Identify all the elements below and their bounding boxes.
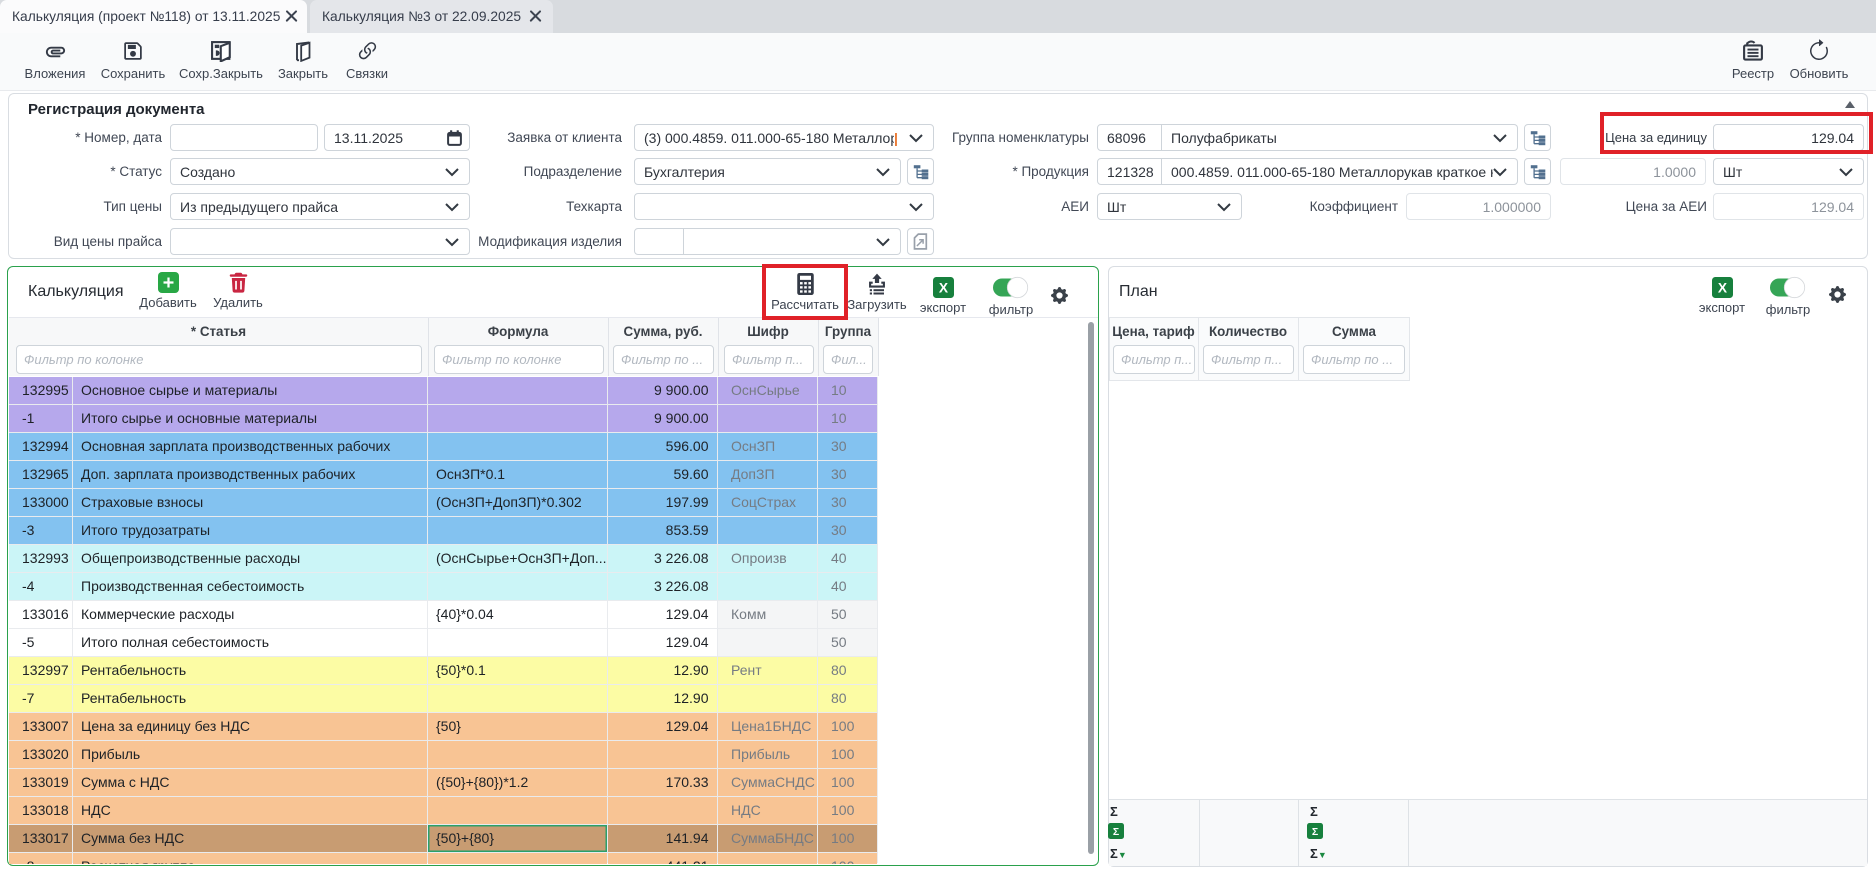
svg-text:X: X (1717, 280, 1727, 295)
svg-text:Σ: Σ (1113, 826, 1119, 838)
svg-text:X: X (938, 280, 948, 295)
svg-text:Σ: Σ (1312, 826, 1318, 838)
